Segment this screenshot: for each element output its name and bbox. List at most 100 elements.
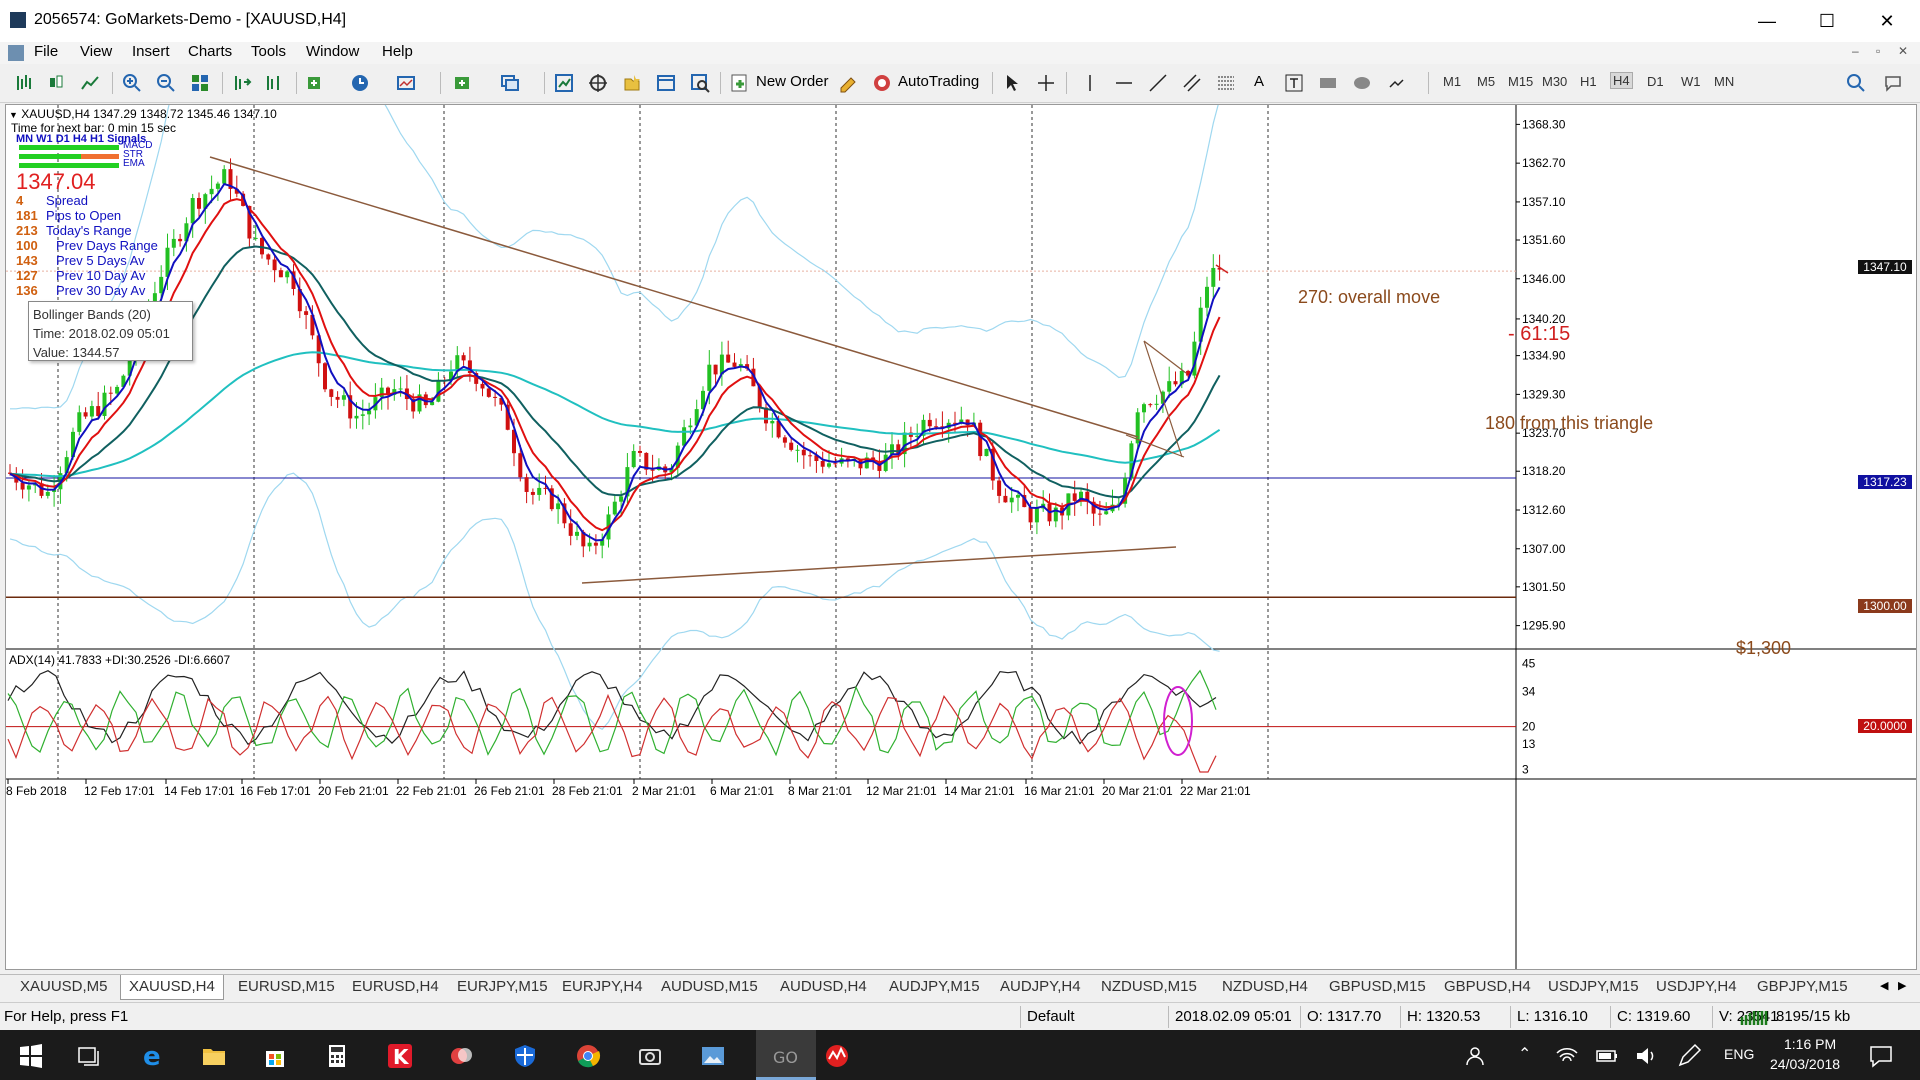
- tab-audjpy-m15[interactable]: AUDJPY,M15: [889, 978, 980, 995]
- tab-xauusd-m5[interactable]: XAUUSD,M5: [20, 978, 108, 995]
- menu-charts[interactable]: Charts: [188, 43, 232, 60]
- menu-tools[interactable]: Tools: [251, 43, 286, 60]
- strategy-tester-icon[interactable]: [690, 73, 710, 93]
- taskbar-active-app[interactable]: GO: [756, 1030, 816, 1080]
- tab-nzdusd-h4[interactable]: NZDUSD,H4: [1222, 978, 1308, 995]
- indicators-icon[interactable]: [306, 73, 326, 93]
- zoom-in-icon[interactable]: [122, 73, 142, 93]
- chart-shift-icon[interactable]: [264, 73, 284, 93]
- crosshair-icon[interactable]: [1036, 73, 1056, 93]
- timeframe-m15[interactable]: M15: [1508, 74, 1533, 89]
- tray-chevron-icon[interactable]: ⌃: [1518, 1044, 1531, 1064]
- k-app-icon[interactable]: K: [387, 1043, 413, 1069]
- windows-start-icon[interactable]: [18, 1043, 44, 1069]
- price-chart[interactable]: 1368.301362.701357.101351.601346.001340.…: [6, 105, 1916, 969]
- tab-usdjpy-h4[interactable]: USDJPY,H4: [1656, 978, 1737, 995]
- battery-icon[interactable]: [1594, 1043, 1620, 1069]
- autotrading-button[interactable]: AutoTrading: [872, 70, 986, 96]
- menu-window[interactable]: Window: [306, 43, 359, 60]
- tile-windows-icon[interactable]: [190, 73, 210, 93]
- tab-usdjpy-m15[interactable]: USDJPY,M15: [1548, 978, 1639, 995]
- edge-browser-icon[interactable]: e: [141, 1043, 167, 1069]
- new-chart-icon[interactable]: [452, 73, 472, 93]
- mdi-minimize-icon[interactable]: –: [1852, 44, 1859, 58]
- chart-collapse-icon[interactable]: ▼: [9, 110, 18, 120]
- tray-date[interactable]: 24/03/2018: [1770, 1056, 1840, 1072]
- tab-gbpusd-m15[interactable]: GBPUSD,M15: [1329, 978, 1426, 995]
- menu-insert[interactable]: Insert: [132, 43, 170, 60]
- menu-help[interactable]: Help: [382, 43, 413, 60]
- timeframe-m1[interactable]: M1: [1443, 74, 1461, 89]
- mdi-restore-icon[interactable]: ▫: [1876, 44, 1880, 58]
- periods-clock-icon[interactable]: [350, 73, 370, 93]
- connection-status-icon[interactable]: [1740, 1009, 1770, 1025]
- close-button[interactable]: ✕: [1864, 6, 1910, 36]
- camera-icon[interactable]: [637, 1043, 663, 1069]
- chart-window[interactable]: 1368.30 1362.70 1357.10 1351.60 1346.00 1340.…: [5, 104, 1917, 970]
- timeframe-m5[interactable]: M5: [1477, 74, 1495, 89]
- timeframe-h1[interactable]: H1: [1580, 74, 1597, 89]
- people-icon[interactable]: [1464, 1043, 1490, 1069]
- line-chart-icon[interactable]: [80, 73, 100, 93]
- menu-file[interactable]: File: [34, 43, 58, 60]
- timeframe-d1[interactable]: D1: [1647, 74, 1664, 89]
- photos-icon[interactable]: [700, 1043, 726, 1069]
- calculator-icon[interactable]: [324, 1043, 350, 1069]
- tray-time[interactable]: 1:16 PM: [1784, 1036, 1836, 1052]
- maximize-button[interactable]: ☐: [1804, 6, 1850, 36]
- zoom-out-icon[interactable]: [156, 73, 176, 93]
- tab-eurjpy-h4[interactable]: EURJPY,H4: [562, 978, 643, 995]
- terminal-icon[interactable]: [656, 73, 676, 93]
- ellipse-icon[interactable]: [1352, 73, 1372, 93]
- templates-icon[interactable]: [396, 73, 416, 93]
- text-tool-icon[interactable]: A: [1254, 73, 1264, 90]
- tab-eurusd-h4[interactable]: EURUSD,H4: [352, 978, 439, 995]
- horizontal-line-icon[interactable]: [1114, 73, 1134, 93]
- rectangle-icon[interactable]: [1318, 73, 1338, 93]
- tab-audusd-m15[interactable]: AUDUSD,M15: [661, 978, 758, 995]
- tab-eurjpy-m15[interactable]: EURJPY,M15: [457, 978, 548, 995]
- wifi-icon[interactable]: [1554, 1043, 1580, 1069]
- cursor-icon[interactable]: [1002, 73, 1022, 93]
- profiles-icon[interactable]: [500, 73, 520, 93]
- market-watch-icon[interactable]: [554, 73, 574, 93]
- store-icon[interactable]: [262, 1043, 288, 1069]
- data-window-icon[interactable]: [588, 73, 608, 93]
- trendline-icon[interactable]: [1148, 73, 1168, 93]
- bar-chart-icon[interactable]: [14, 73, 34, 93]
- new-order-button[interactable]: New Order: [730, 70, 830, 96]
- tab-gbpjpy-m15[interactable]: GBPJPY,M15: [1757, 978, 1848, 995]
- tab-audusd-h4[interactable]: AUDUSD,H4: [780, 978, 867, 995]
- timeframe-mn[interactable]: MN: [1714, 74, 1734, 89]
- metaeditor-icon[interactable]: [838, 73, 858, 93]
- tab-xauusd-h4[interactable]: XAUUSD,H4: [120, 975, 224, 1000]
- menu-view[interactable]: View: [80, 43, 112, 60]
- navigator-icon[interactable]: [622, 73, 642, 93]
- vertical-line-icon[interactable]: [1080, 73, 1100, 93]
- task-view-icon[interactable]: [76, 1043, 102, 1069]
- timeframe-m30[interactable]: M30: [1542, 74, 1567, 89]
- tab-audjpy-h4[interactable]: AUDJPY,H4: [1000, 978, 1081, 995]
- snipping-tool-icon[interactable]: [449, 1043, 475, 1069]
- timeframe-h4[interactable]: H4: [1610, 72, 1633, 89]
- arrows-icon[interactable]: [1386, 73, 1406, 93]
- tab-scroll-right-icon[interactable]: ▶: [1898, 979, 1906, 992]
- tab-eurusd-m15[interactable]: EURUSD,M15: [238, 978, 335, 995]
- minimize-button[interactable]: —: [1744, 6, 1790, 36]
- timeframe-w1[interactable]: W1: [1681, 74, 1701, 89]
- search-icon[interactable]: [1846, 73, 1866, 93]
- metatrader-icon[interactable]: [824, 1043, 850, 1069]
- notifications-icon[interactable]: [1868, 1043, 1894, 1069]
- fibonacci-icon[interactable]: [1216, 73, 1236, 93]
- chrome-icon[interactable]: [575, 1043, 601, 1069]
- tab-gbpusd-h4[interactable]: GBPUSD,H4: [1444, 978, 1531, 995]
- chat-icon[interactable]: [1884, 73, 1904, 93]
- pen-icon[interactable]: [1676, 1043, 1702, 1069]
- volume-icon[interactable]: [1634, 1043, 1660, 1069]
- tab-scroll-left-icon[interactable]: ◀: [1880, 979, 1888, 992]
- tab-nzdusd-m15[interactable]: NZDUSD,M15: [1101, 978, 1197, 995]
- file-explorer-icon[interactable]: [201, 1043, 227, 1069]
- autoscroll-icon[interactable]: [232, 73, 252, 93]
- equidistant-channel-icon[interactable]: [1182, 73, 1202, 93]
- mdi-close-icon[interactable]: ✕: [1898, 44, 1908, 58]
